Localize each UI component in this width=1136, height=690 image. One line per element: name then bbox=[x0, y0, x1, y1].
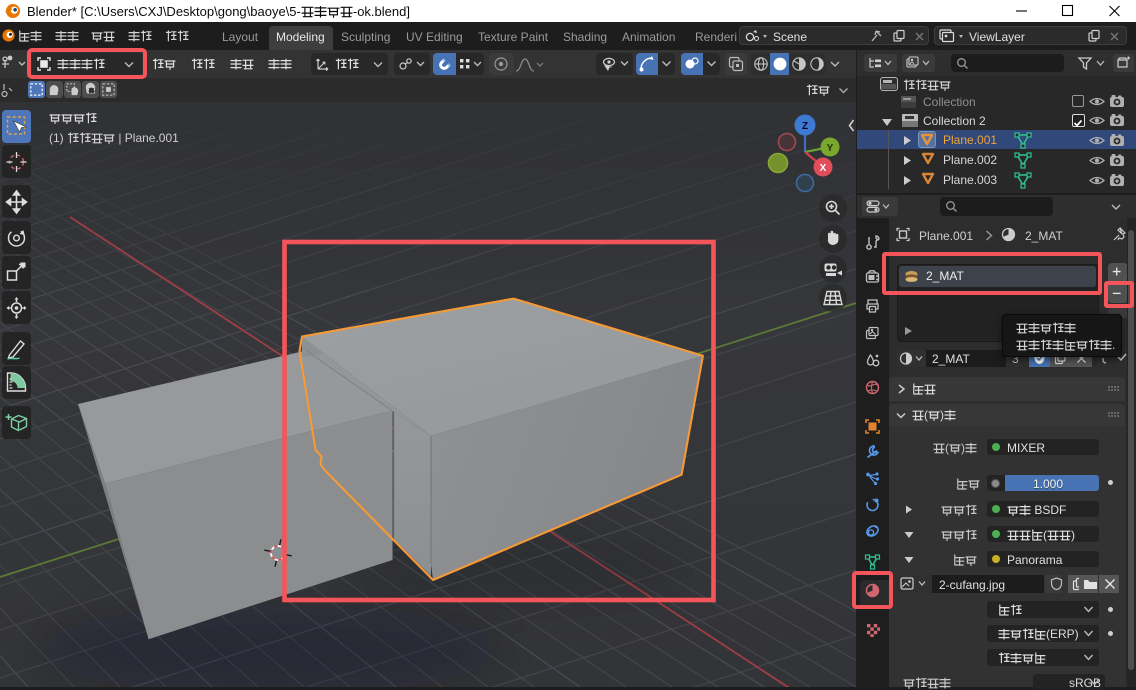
svg-text:Z: Z bbox=[802, 121, 808, 132]
svg-text:X: X bbox=[820, 163, 827, 174]
svg-text:Y: Y bbox=[827, 143, 834, 154]
